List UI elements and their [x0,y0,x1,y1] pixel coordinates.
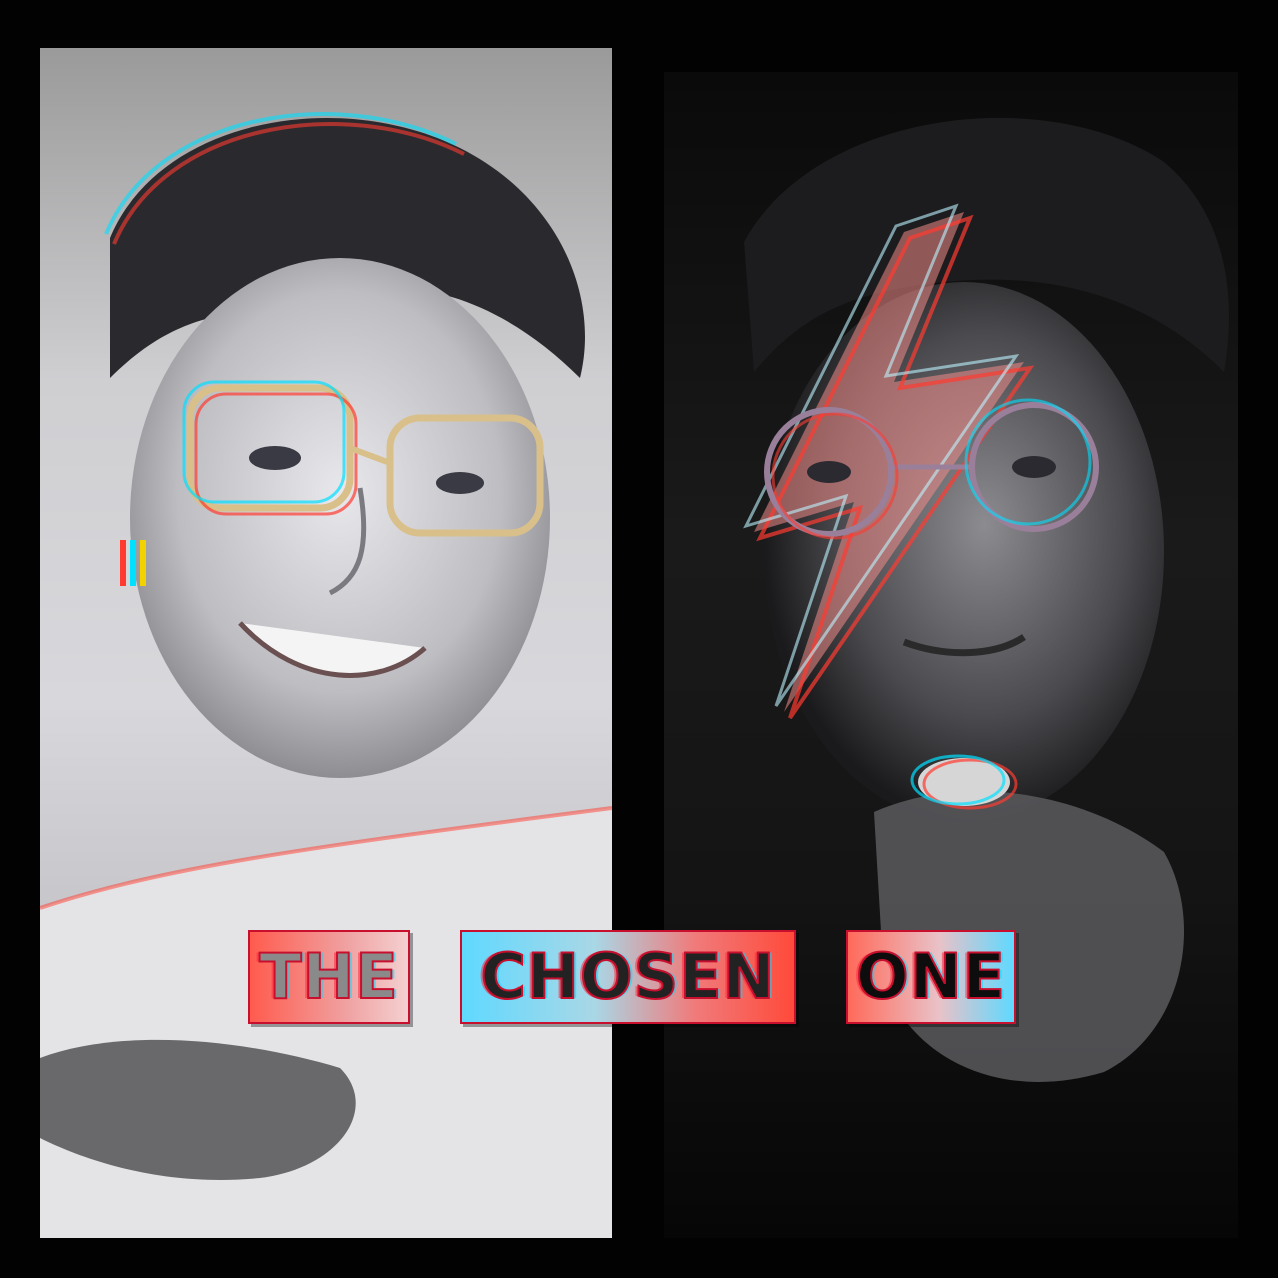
title-word-box-one: ONE [846,930,1016,1024]
right-portrait-image [743,117,1229,1082]
title-word-one: ONE [855,940,1006,1013]
left-portrait-image [40,112,612,1238]
artwork-canvas: THE CHOSEN ONE [0,0,1278,1278]
title-banner: THE CHOSEN ONE [248,930,1016,1026]
title-word-box-the: THE [248,930,410,1024]
right-portrait-panel [664,72,1238,1238]
left-portrait-panel [40,48,612,1238]
title-word-box-chosen: CHOSEN [460,930,796,1024]
title-word-the: THE [258,940,399,1013]
title-word-chosen: CHOSEN [480,940,776,1013]
